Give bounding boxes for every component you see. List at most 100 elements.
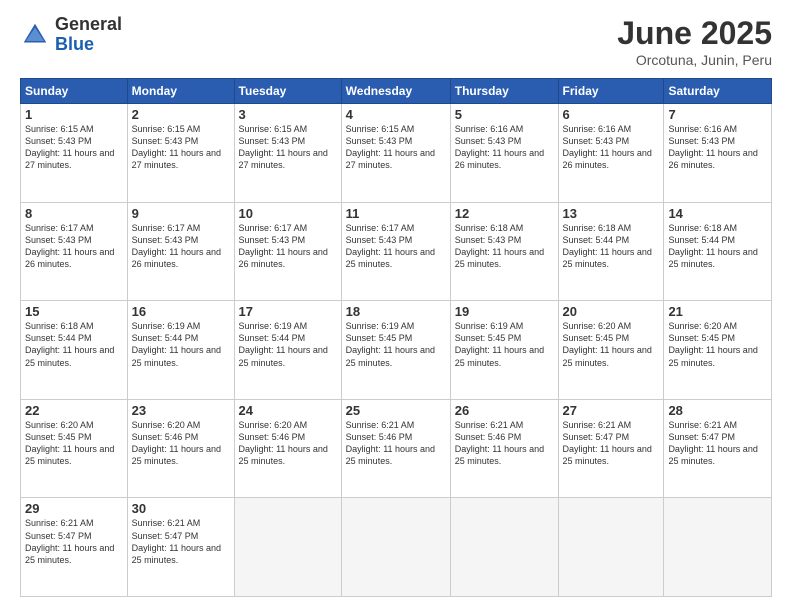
main-title: June 2025 — [617, 15, 772, 52]
day-number: 8 — [25, 206, 123, 221]
calendar-cell: 13 Sunrise: 6:18 AMSunset: 5:44 PMDaylig… — [558, 202, 664, 301]
day-number: 20 — [563, 304, 660, 319]
calendar-cell: 1 Sunrise: 6:15 AMSunset: 5:43 PMDayligh… — [21, 104, 128, 203]
day-info: Sunrise: 6:16 AMSunset: 5:43 PMDaylight:… — [668, 124, 757, 170]
day-number: 1 — [25, 107, 123, 122]
col-sunday: Sunday — [21, 79, 128, 104]
calendar-cell: 3 Sunrise: 6:15 AMSunset: 5:43 PMDayligh… — [234, 104, 341, 203]
day-number: 22 — [25, 403, 123, 418]
calendar-cell: 17 Sunrise: 6:19 AMSunset: 5:44 PMDaylig… — [234, 301, 341, 400]
day-number: 30 — [132, 501, 230, 516]
calendar-row: 22 Sunrise: 6:20 AMSunset: 5:45 PMDaylig… — [21, 399, 772, 498]
day-info: Sunrise: 6:21 AMSunset: 5:47 PMDaylight:… — [132, 518, 221, 564]
col-thursday: Thursday — [450, 79, 558, 104]
page: General Blue June 2025 Orcotuna, Junin, … — [0, 0, 792, 612]
calendar-cell: 11 Sunrise: 6:17 AMSunset: 5:43 PMDaylig… — [341, 202, 450, 301]
day-info: Sunrise: 6:16 AMSunset: 5:43 PMDaylight:… — [455, 124, 544, 170]
day-info: Sunrise: 6:20 AMSunset: 5:45 PMDaylight:… — [25, 420, 114, 466]
title-block: June 2025 Orcotuna, Junin, Peru — [617, 15, 772, 68]
day-number: 5 — [455, 107, 554, 122]
day-number: 21 — [668, 304, 767, 319]
day-info: Sunrise: 6:18 AMSunset: 5:44 PMDaylight:… — [563, 223, 652, 269]
logo: General Blue — [20, 15, 122, 55]
calendar-cell — [664, 498, 772, 597]
day-info: Sunrise: 6:17 AMSunset: 5:43 PMDaylight:… — [25, 223, 114, 269]
col-monday: Monday — [127, 79, 234, 104]
day-number: 9 — [132, 206, 230, 221]
logo-blue: Blue — [55, 35, 122, 55]
calendar-cell: 24 Sunrise: 6:20 AMSunset: 5:46 PMDaylig… — [234, 399, 341, 498]
calendar-cell: 8 Sunrise: 6:17 AMSunset: 5:43 PMDayligh… — [21, 202, 128, 301]
day-info: Sunrise: 6:15 AMSunset: 5:43 PMDaylight:… — [132, 124, 221, 170]
logo-text: General Blue — [55, 15, 122, 55]
day-number: 27 — [563, 403, 660, 418]
calendar-cell: 25 Sunrise: 6:21 AMSunset: 5:46 PMDaylig… — [341, 399, 450, 498]
day-info: Sunrise: 6:17 AMSunset: 5:43 PMDaylight:… — [239, 223, 328, 269]
day-info: Sunrise: 6:15 AMSunset: 5:43 PMDaylight:… — [239, 124, 328, 170]
calendar-cell: 12 Sunrise: 6:18 AMSunset: 5:43 PMDaylig… — [450, 202, 558, 301]
day-number: 11 — [346, 206, 446, 221]
calendar-cell: 14 Sunrise: 6:18 AMSunset: 5:44 PMDaylig… — [664, 202, 772, 301]
day-number: 14 — [668, 206, 767, 221]
calendar-cell: 19 Sunrise: 6:19 AMSunset: 5:45 PMDaylig… — [450, 301, 558, 400]
col-friday: Friday — [558, 79, 664, 104]
day-info: Sunrise: 6:15 AMSunset: 5:43 PMDaylight:… — [346, 124, 435, 170]
day-number: 6 — [563, 107, 660, 122]
day-number: 3 — [239, 107, 337, 122]
header: General Blue June 2025 Orcotuna, Junin, … — [20, 15, 772, 68]
day-number: 26 — [455, 403, 554, 418]
calendar-cell: 27 Sunrise: 6:21 AMSunset: 5:47 PMDaylig… — [558, 399, 664, 498]
col-tuesday: Tuesday — [234, 79, 341, 104]
logo-general: General — [55, 15, 122, 35]
day-number: 29 — [25, 501, 123, 516]
day-info: Sunrise: 6:21 AMSunset: 5:46 PMDaylight:… — [346, 420, 435, 466]
day-number: 2 — [132, 107, 230, 122]
calendar-cell: 15 Sunrise: 6:18 AMSunset: 5:44 PMDaylig… — [21, 301, 128, 400]
day-number: 10 — [239, 206, 337, 221]
day-number: 23 — [132, 403, 230, 418]
day-number: 7 — [668, 107, 767, 122]
day-info: Sunrise: 6:21 AMSunset: 5:47 PMDaylight:… — [563, 420, 652, 466]
calendar-cell: 22 Sunrise: 6:20 AMSunset: 5:45 PMDaylig… — [21, 399, 128, 498]
calendar-cell: 30 Sunrise: 6:21 AMSunset: 5:47 PMDaylig… — [127, 498, 234, 597]
calendar-cell: 5 Sunrise: 6:16 AMSunset: 5:43 PMDayligh… — [450, 104, 558, 203]
calendar-cell — [558, 498, 664, 597]
day-info: Sunrise: 6:19 AMSunset: 5:45 PMDaylight:… — [346, 321, 435, 367]
day-number: 28 — [668, 403, 767, 418]
calendar-cell: 29 Sunrise: 6:21 AMSunset: 5:47 PMDaylig… — [21, 498, 128, 597]
day-info: Sunrise: 6:19 AMSunset: 5:45 PMDaylight:… — [455, 321, 544, 367]
day-info: Sunrise: 6:20 AMSunset: 5:45 PMDaylight:… — [563, 321, 652, 367]
day-number: 13 — [563, 206, 660, 221]
day-info: Sunrise: 6:20 AMSunset: 5:46 PMDaylight:… — [132, 420, 221, 466]
day-number: 17 — [239, 304, 337, 319]
day-number: 25 — [346, 403, 446, 418]
calendar-cell: 21 Sunrise: 6:20 AMSunset: 5:45 PMDaylig… — [664, 301, 772, 400]
day-info: Sunrise: 6:21 AMSunset: 5:47 PMDaylight:… — [25, 518, 114, 564]
calendar-header: Sunday Monday Tuesday Wednesday Thursday… — [21, 79, 772, 104]
calendar-row: 29 Sunrise: 6:21 AMSunset: 5:47 PMDaylig… — [21, 498, 772, 597]
calendar-row: 1 Sunrise: 6:15 AMSunset: 5:43 PMDayligh… — [21, 104, 772, 203]
col-wednesday: Wednesday — [341, 79, 450, 104]
calendar-cell: 10 Sunrise: 6:17 AMSunset: 5:43 PMDaylig… — [234, 202, 341, 301]
calendar-table: Sunday Monday Tuesday Wednesday Thursday… — [20, 78, 772, 597]
day-info: Sunrise: 6:20 AMSunset: 5:45 PMDaylight:… — [668, 321, 757, 367]
day-info: Sunrise: 6:20 AMSunset: 5:46 PMDaylight:… — [239, 420, 328, 466]
day-info: Sunrise: 6:18 AMSunset: 5:43 PMDaylight:… — [455, 223, 544, 269]
calendar-cell: 20 Sunrise: 6:20 AMSunset: 5:45 PMDaylig… — [558, 301, 664, 400]
day-info: Sunrise: 6:15 AMSunset: 5:43 PMDaylight:… — [25, 124, 114, 170]
calendar-cell: 2 Sunrise: 6:15 AMSunset: 5:43 PMDayligh… — [127, 104, 234, 203]
day-info: Sunrise: 6:18 AMSunset: 5:44 PMDaylight:… — [25, 321, 114, 367]
calendar-cell: 18 Sunrise: 6:19 AMSunset: 5:45 PMDaylig… — [341, 301, 450, 400]
logo-icon — [20, 20, 50, 50]
calendar-cell: 16 Sunrise: 6:19 AMSunset: 5:44 PMDaylig… — [127, 301, 234, 400]
calendar-row: 8 Sunrise: 6:17 AMSunset: 5:43 PMDayligh… — [21, 202, 772, 301]
day-number: 12 — [455, 206, 554, 221]
header-row: Sunday Monday Tuesday Wednesday Thursday… — [21, 79, 772, 104]
calendar-cell: 26 Sunrise: 6:21 AMSunset: 5:46 PMDaylig… — [450, 399, 558, 498]
calendar-cell: 23 Sunrise: 6:20 AMSunset: 5:46 PMDaylig… — [127, 399, 234, 498]
day-info: Sunrise: 6:21 AMSunset: 5:46 PMDaylight:… — [455, 420, 544, 466]
calendar-cell: 9 Sunrise: 6:17 AMSunset: 5:43 PMDayligh… — [127, 202, 234, 301]
calendar-cell: 4 Sunrise: 6:15 AMSunset: 5:43 PMDayligh… — [341, 104, 450, 203]
day-number: 15 — [25, 304, 123, 319]
day-info: Sunrise: 6:19 AMSunset: 5:44 PMDaylight:… — [132, 321, 221, 367]
